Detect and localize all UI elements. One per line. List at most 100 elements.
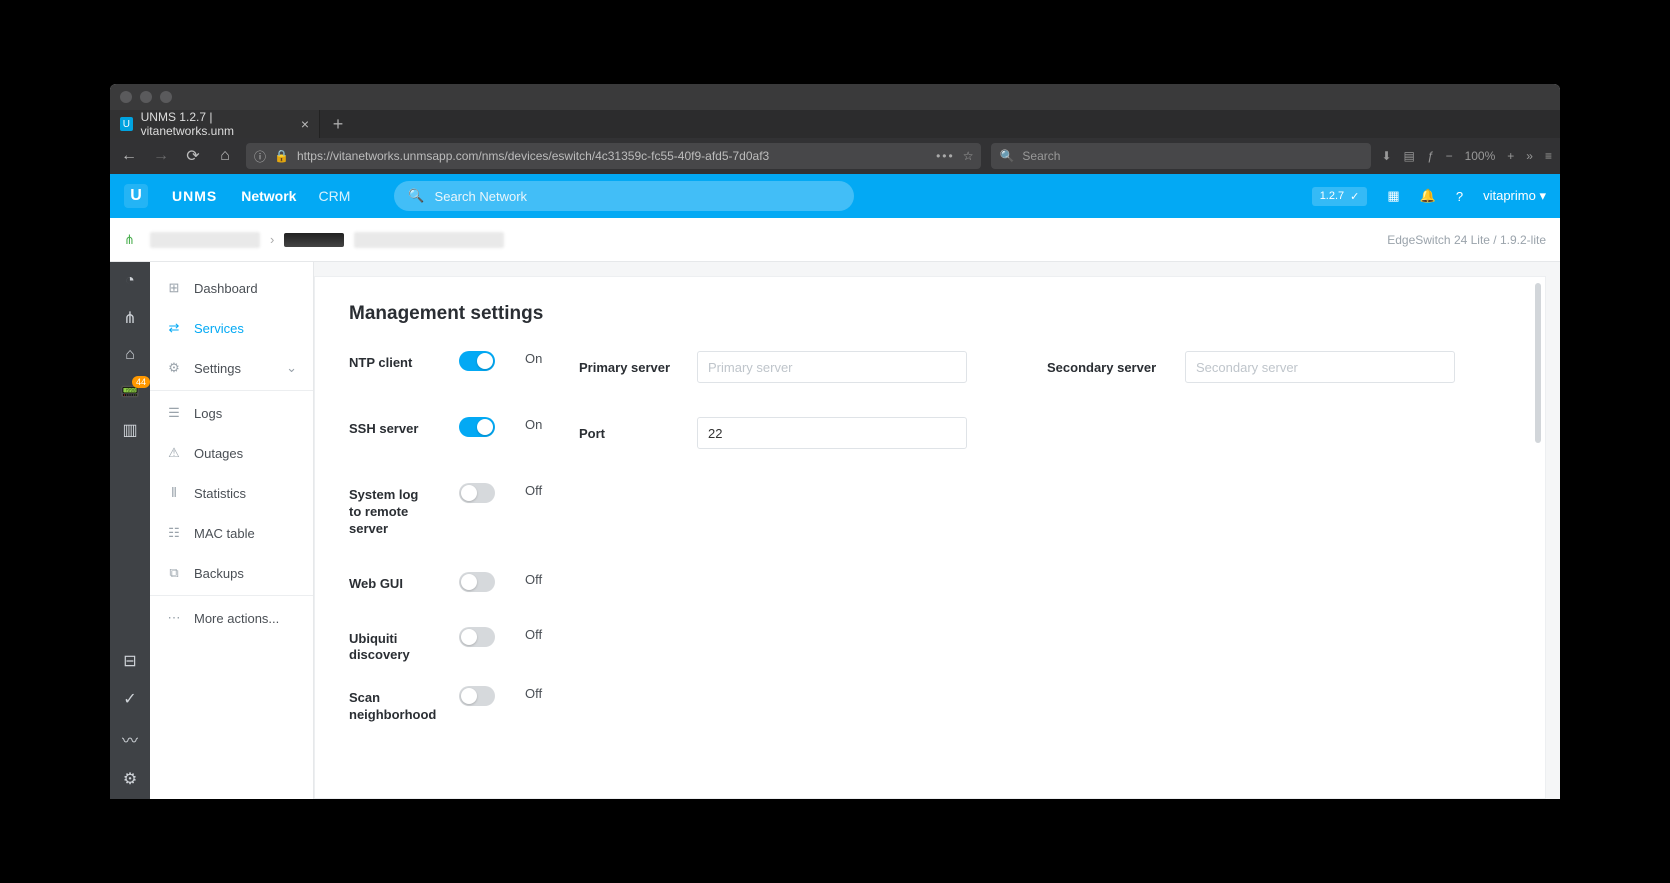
breadcrumb-site[interactable] [150, 232, 260, 248]
app-logo-icon[interactable]: U [124, 184, 148, 208]
browser-search[interactable]: 🔍 Search [991, 143, 1371, 169]
new-tab-button[interactable]: + [320, 110, 356, 138]
scan-state: Off [525, 686, 549, 701]
subnav-settings[interactable]: ⚙Settings⌄ [150, 348, 313, 388]
forward-button[interactable]: → [150, 147, 172, 165]
overflow-icon[interactable]: » [1526, 149, 1533, 163]
discovery-label: Ubiquiti discovery [349, 627, 429, 665]
device-thumb-icon [284, 233, 344, 247]
syslog-label: System log to remote server [349, 483, 429, 538]
subnav-services[interactable]: ⇄Services [150, 308, 313, 348]
window-titlebar [110, 84, 1560, 110]
zoom-in-button[interactable]: + [1507, 149, 1514, 163]
settings-rail-icon[interactable]: ⚙ [123, 769, 137, 789]
ssh-port-group: Port [579, 417, 967, 449]
row-discovery: Ubiquiti discovery Off [349, 627, 1511, 665]
tasks-rail-icon[interactable]: ✓ [123, 689, 136, 709]
bookmark-icon[interactable]: ☆ [963, 149, 974, 163]
copy-icon: ⧉ [166, 565, 182, 581]
close-window-icon[interactable] [120, 91, 132, 103]
app-topbar: U UNMS Network CRM 🔍 Search Network 1.2.… [110, 174, 1560, 218]
user-menu[interactable]: vitaprimo ▾ [1483, 188, 1546, 204]
content-panel: Management settings NTP client On Primar… [314, 276, 1546, 799]
tab-title: UNMS 1.2.7 | vitanetworks.unm [141, 110, 293, 138]
zoom-out-button[interactable]: − [1446, 149, 1453, 163]
subnav-more[interactable]: ⋯More actions... [150, 598, 313, 638]
top-right: 1.2.7 ✓ ▦ 🔔 ? vitaprimo ▾ [1312, 187, 1546, 206]
reload-button[interactable]: ⟳ [182, 146, 204, 166]
close-tab-icon[interactable]: × [301, 116, 309, 132]
site-icon[interactable]: ⋔ [124, 232, 140, 248]
discovery-toggle[interactable] [459, 627, 495, 647]
scan-toggle[interactable] [459, 686, 495, 706]
webgui-toggle[interactable] [459, 572, 495, 592]
tab-bar: U UNMS 1.2.7 | vitanetworks.unm × + [110, 110, 1560, 138]
nav-network[interactable]: Network [241, 188, 296, 204]
row-ntp: NTP client On Primary server Secondary s… [349, 351, 1511, 383]
bell-icon[interactable]: 🔔 [1420, 188, 1436, 204]
warning-icon: ⚠ [166, 445, 182, 461]
syslog-state: Off [525, 483, 549, 498]
back-button[interactable]: ← [118, 147, 140, 165]
port-input[interactable] [697, 417, 967, 449]
check-icon: ✓ [1350, 190, 1359, 203]
ssh-label: SSH server [349, 417, 429, 438]
home-rail-icon[interactable]: ⌂ [125, 346, 135, 364]
search-icon: 🔍 [408, 188, 424, 204]
subnav-logs[interactable]: ☰Logs [150, 393, 313, 433]
discover-rail-icon[interactable]: ⊟ [123, 651, 136, 671]
dashboard-rail-icon[interactable]: ◔ [125, 272, 135, 290]
side-rail: ◔ ⋔ ⌂ 📟44 ▥ ⊟ ✓ 〰 ⚙ [110, 262, 150, 799]
url-text: https://vitanetworks.unmsapp.com/nms/dev… [297, 149, 769, 163]
row-syslog: System log to remote server Off [349, 483, 1511, 538]
top-nav: Network CRM [241, 188, 350, 204]
home-button[interactable]: ⌂ [214, 147, 236, 165]
subnav-backups[interactable]: ⧉Backups [150, 553, 313, 593]
subnav-statistics[interactable]: ⫴Statistics [150, 473, 313, 513]
table-icon: ☷ [166, 525, 182, 541]
ssh-state: On [525, 417, 549, 432]
secondary-server-label: Secondary server [1047, 360, 1167, 375]
library-icon[interactable]: ▤ [1404, 149, 1415, 163]
extension-icon[interactable]: ƒ [1427, 149, 1434, 163]
app-frame: U UNMS Network CRM 🔍 Search Network 1.2.… [110, 174, 1560, 799]
ntp-toggle[interactable] [459, 351, 495, 371]
device-model: EdgeSwitch 24 Lite / 1.9.2-lite [1387, 233, 1546, 247]
url-bar[interactable]: ⓘ 🔒 https://vitanetworks.unmsapp.com/nms… [246, 143, 981, 169]
calculator-icon[interactable]: ▦ [1387, 188, 1399, 204]
zoom-level: 100% [1465, 149, 1496, 163]
logs-icon: ☰ [166, 405, 182, 421]
content-scrollbar[interactable] [1535, 277, 1543, 798]
downloads-icon[interactable]: ⬇ [1381, 149, 1391, 163]
menu-icon[interactable]: ≡ [1545, 149, 1552, 163]
gear-icon: ⚙ [166, 360, 182, 376]
version-tag[interactable]: 1.2.7 ✓ [1312, 187, 1368, 206]
help-icon[interactable]: ? [1456, 189, 1463, 204]
search-icon: 🔍 [999, 149, 1014, 163]
activity-rail-icon[interactable]: 〰 [122, 727, 138, 751]
topology-rail-icon[interactable]: ⋔ [123, 308, 136, 328]
devices-rail-icon[interactable]: 📟44 [120, 382, 140, 402]
subnav-outages[interactable]: ⚠Outages [150, 433, 313, 473]
breadcrumb-device[interactable] [354, 232, 504, 248]
discovery-state: Off [525, 627, 549, 642]
secondary-server-input[interactable] [1185, 351, 1455, 383]
subnav-mac-table[interactable]: ☷MAC table [150, 513, 313, 553]
maximize-window-icon[interactable] [160, 91, 172, 103]
reports-rail-icon[interactable]: ▥ [122, 420, 137, 440]
app-body: ◔ ⋔ ⌂ 📟44 ▥ ⊟ ✓ 〰 ⚙ ⊞Dashboard ⇄Services… [110, 262, 1560, 799]
nav-crm[interactable]: CRM [318, 188, 350, 204]
primary-server-input[interactable] [697, 351, 967, 383]
app-search[interactable]: 🔍 Search Network [394, 181, 854, 211]
url-actions-icon[interactable]: ••• [936, 149, 955, 163]
rail-badge: 44 [132, 376, 150, 388]
chevron-down-icon: ⌄ [286, 360, 297, 376]
browser-tab[interactable]: U UNMS 1.2.7 | vitanetworks.unm × [110, 110, 320, 138]
syslog-toggle[interactable] [459, 483, 495, 503]
primary-server-label: Primary server [579, 360, 679, 375]
chart-icon: ⫴ [166, 485, 182, 501]
subnav-dashboard[interactable]: ⊞Dashboard [150, 268, 313, 308]
favicon-icon: U [120, 117, 133, 131]
minimize-window-icon[interactable] [140, 91, 152, 103]
ssh-toggle[interactable] [459, 417, 495, 437]
